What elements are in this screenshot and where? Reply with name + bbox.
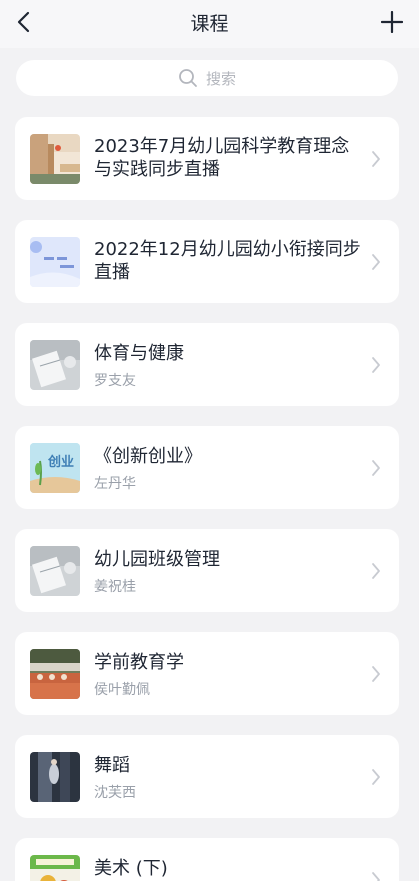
chevron-right-icon xyxy=(372,769,380,785)
course-card[interactable]: 幼儿园班级管理 姜祝桂 xyxy=(15,529,399,612)
course-thumbnail xyxy=(30,546,80,596)
course-thumbnail xyxy=(30,134,80,184)
chevron-right-icon xyxy=(372,460,380,476)
course-thumbnail: 创业 xyxy=(30,443,80,493)
course-thumbnail xyxy=(30,649,80,699)
course-teacher: 罗支友 xyxy=(94,373,136,389)
search-icon xyxy=(179,69,197,87)
course-thumbnail xyxy=(30,855,80,881)
course-teacher: 左丹华 xyxy=(94,476,136,492)
course-card[interactable]: 舞蹈 沈芙西 xyxy=(15,735,399,818)
top-bar: 课程 xyxy=(0,0,419,48)
chevron-right-icon xyxy=(372,872,380,881)
course-title: 美术 (下) xyxy=(94,858,168,879)
course-thumbnail xyxy=(30,237,80,287)
chevron-right-icon xyxy=(372,563,380,579)
course-teacher: 姜祝桂 xyxy=(94,579,136,595)
course-card[interactable]: 2023年7月幼儿园科学教育理念与实践同步直播 xyxy=(15,117,399,200)
course-card[interactable]: 体育与健康 罗支友 xyxy=(15,323,399,406)
chevron-right-icon xyxy=(372,666,380,682)
course-teacher: 侯叶勤佩 xyxy=(94,682,150,698)
course-card[interactable]: 2022年12月幼儿园幼小衔接同步直播 xyxy=(15,220,399,303)
chevron-right-icon xyxy=(372,357,380,373)
search-input[interactable]: 搜索 xyxy=(16,60,398,96)
course-title: 幼儿园班级管理 xyxy=(94,549,220,570)
course-title: 《创新创业》 xyxy=(94,446,202,467)
course-thumbnail xyxy=(30,752,80,802)
chevron-right-icon xyxy=(372,254,380,270)
course-title: 舞蹈 xyxy=(94,755,130,776)
plus-icon xyxy=(381,11,403,33)
course-card[interactable]: 创业 《创新创业》 左丹华 xyxy=(15,426,399,509)
page-title: 课程 xyxy=(190,13,229,35)
course-title: 体育与健康 xyxy=(94,343,184,364)
course-thumbnail xyxy=(30,340,80,390)
course-card[interactable]: 美术 (下) xyxy=(15,838,399,881)
chevron-right-icon xyxy=(372,151,380,167)
thumbnail-label: 创业 xyxy=(48,455,75,470)
course-card[interactable]: 学前教育学 侯叶勤佩 xyxy=(15,632,399,715)
add-button[interactable] xyxy=(377,6,407,38)
course-teacher: 沈芙西 xyxy=(94,785,136,801)
course-title: 2022年12月幼儿园幼小衔接同步直播 xyxy=(94,239,361,283)
course-title: 2023年7月幼儿园科学教育理念与实践同步直播 xyxy=(94,136,350,180)
course-title: 学前教育学 xyxy=(94,652,184,673)
search-placeholder: 搜索 xyxy=(205,69,236,88)
